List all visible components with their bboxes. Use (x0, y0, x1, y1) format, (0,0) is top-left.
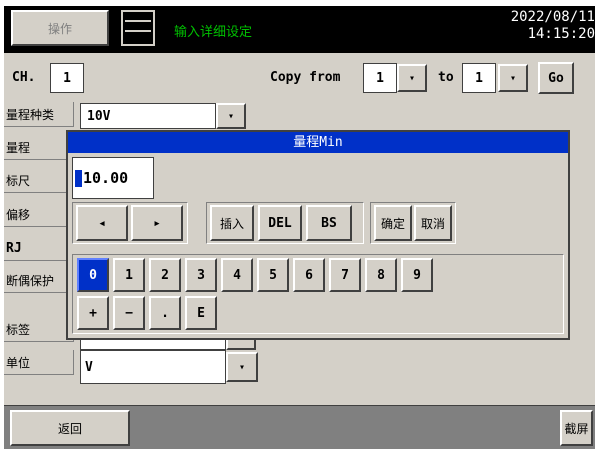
burnout-label: 断偶保护 (4, 268, 74, 293)
go-button[interactable]: Go (538, 62, 574, 94)
save-icon-bar (125, 20, 151, 22)
backspace-button[interactable]: BS (306, 205, 352, 241)
unit-label: 单位 (4, 350, 74, 375)
chevron-down-icon: ▾ (408, 72, 416, 84)
chevron-down-icon: ▾ (509, 72, 517, 84)
operation-button[interactable]: 操作 (11, 10, 109, 46)
to-input[interactable]: 1 (462, 63, 496, 93)
range-type-label: 量程种类 (4, 102, 74, 127)
delete-button[interactable]: DEL (258, 205, 302, 241)
save-icon[interactable] (121, 10, 155, 46)
copy-from-label: Copy from (270, 70, 341, 85)
key-4-button[interactable]: 4 (221, 258, 253, 292)
key-3-button[interactable]: 3 (185, 258, 217, 292)
scale-label: 标尺 (4, 168, 74, 193)
unit-value[interactable]: V (80, 350, 226, 384)
save-icon-bar (125, 30, 151, 32)
time-text: 14:15:20 (527, 26, 595, 42)
confirm-button[interactable]: 确定 (374, 205, 412, 241)
key-1-button[interactable]: 1 (113, 258, 145, 292)
key-0-button[interactable]: 0 (77, 258, 109, 292)
date-text: 2022/08/11 (510, 9, 595, 25)
chevron-down-icon: ▾ (238, 361, 246, 373)
page-title: 输入详细设定 (174, 25, 253, 40)
insert-button[interactable]: 插入 (210, 205, 254, 241)
range-min-dialog: 量程Min 10.00 ◂ ▸ 插入 DEL BS 确定 取消 0 1 2 3 … (66, 130, 570, 340)
range-type-value[interactable]: 10V (80, 103, 216, 129)
range-type-dropdown-button[interactable]: ▾ (216, 103, 246, 129)
to-label: to (438, 70, 454, 85)
top-bar: 操作 输入详细设定 2022/08/11 14:15:20 (4, 6, 595, 53)
key-9-button[interactable]: 9 (401, 258, 433, 292)
clock: 2022/08/11 14:15:20 (511, 9, 595, 43)
unit-dropdown-button[interactable]: ▾ (226, 352, 258, 382)
cursor-left-button[interactable]: ◂ (76, 205, 128, 241)
screenshot-button[interactable]: 截屏 (560, 410, 593, 446)
key-5-button[interactable]: 5 (257, 258, 289, 292)
bottom-bar: 返回 截屏 (4, 405, 595, 449)
key-2-button[interactable]: 2 (149, 258, 181, 292)
key-8-button[interactable]: 8 (365, 258, 397, 292)
confirm-group: 确定 取消 (370, 202, 456, 244)
to-dropdown-button[interactable]: ▾ (498, 64, 528, 92)
cursor-move-group: ◂ ▸ (72, 202, 188, 244)
left-arrow-icon: ◂ (98, 215, 106, 231)
chevron-down-icon: ▾ (227, 110, 235, 122)
range-label: 量程 (4, 135, 74, 160)
key-6-button[interactable]: 6 (293, 258, 325, 292)
cancel-button[interactable]: 取消 (414, 205, 452, 241)
key-7-button[interactable]: 7 (329, 258, 361, 292)
value-entry-field[interactable]: 10.00 (72, 157, 154, 199)
right-arrow-icon: ▸ (153, 215, 161, 231)
text-cursor (75, 169, 82, 187)
copy-from-dropdown-button[interactable]: ▾ (397, 64, 427, 92)
channel-input[interactable]: 1 (50, 63, 84, 93)
key-minus-button[interactable]: − (113, 296, 145, 330)
copy-from-input[interactable]: 1 (363, 63, 397, 93)
cursor-right-button[interactable]: ▸ (131, 205, 183, 241)
offset-label: 偏移 (4, 202, 74, 227)
tag-label: 标签 (4, 317, 74, 342)
key-plus-button[interactable]: + (77, 296, 109, 330)
channel-label: CH. (12, 70, 36, 85)
keypad-group: 0 1 2 3 4 5 6 7 8 9 + − . E (72, 254, 564, 334)
rj-label: RJ (4, 236, 74, 261)
edit-group: 插入 DEL BS (206, 202, 364, 244)
dialog-title: 量程Min (68, 132, 568, 153)
screen: 操作 输入详细设定 2022/08/11 14:15:20 CH. 1 Copy … (4, 6, 595, 449)
back-button[interactable]: 返回 (10, 410, 130, 446)
key-dot-button[interactable]: . (149, 296, 181, 330)
key-e-button[interactable]: E (185, 296, 217, 330)
entry-value: 10.00 (83, 169, 129, 187)
